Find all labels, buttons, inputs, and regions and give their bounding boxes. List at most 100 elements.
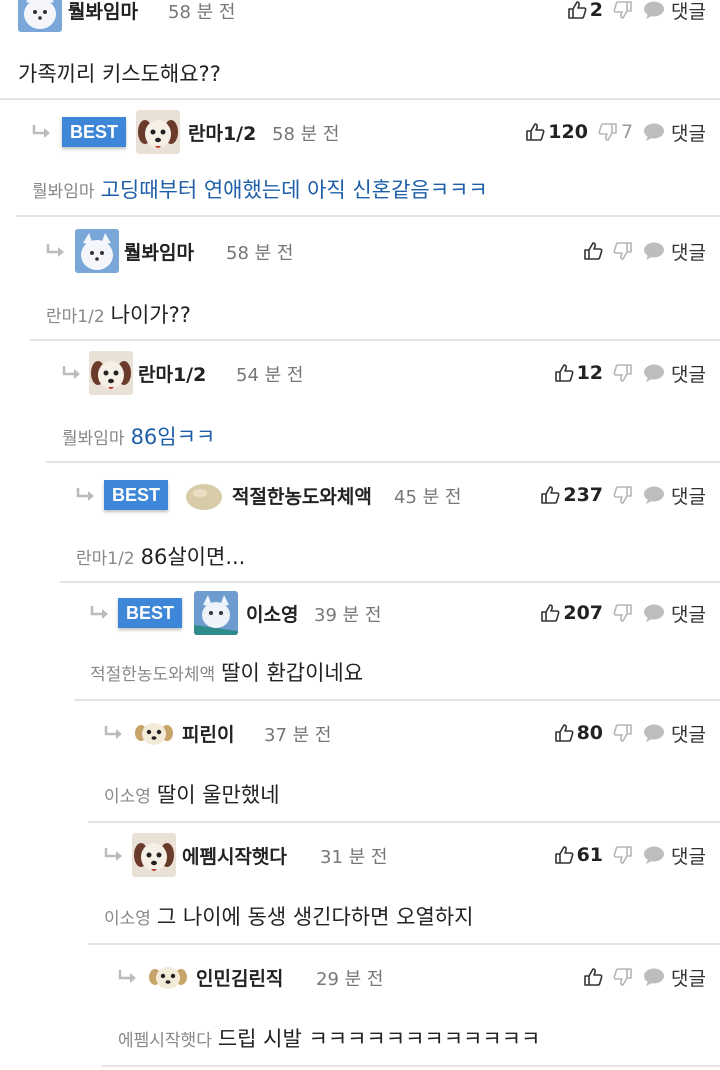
downvote-button[interactable]: 7: [598, 121, 633, 143]
puppy-small-avatar-icon[interactable]: [146, 955, 190, 999]
mention[interactable]: 이소영: [104, 787, 151, 807]
reply-label: 댓글: [671, 967, 706, 990]
downvote-button[interactable]: [613, 967, 633, 987]
comment-body: 뤌봐임마 고딩때부터 연애했는데 아직 신혼같음ㅋㅋㅋ: [32, 174, 488, 204]
upvote-button[interactable]: 237: [540, 484, 603, 506]
comment: 인민김린직 29 분 전 댓글 에펨시작햇다 드립 시발 ㅋㅋㅋㅋㅋㅋㅋㅋㅋㅋㅋㅋ: [102, 945, 720, 1067]
comment-text: 86임ㅋㅋ: [130, 425, 216, 449]
upvote-button[interactable]: 12: [554, 362, 603, 384]
upvote-button[interactable]: [583, 967, 603, 987]
puppy-brown-avatar-icon[interactable]: [132, 833, 176, 877]
comment: 뤌봐임마 58 분 전 댓글 란마1/2 나이가??: [30, 217, 720, 341]
downvote-button[interactable]: [613, 845, 633, 865]
reply-arrow-icon: [118, 970, 138, 984]
reply-button[interactable]: 댓글: [643, 842, 706, 869]
timestamp: 58 분 전: [272, 124, 340, 145]
downvote-button[interactable]: [613, 0, 633, 20]
reply-label: 댓글: [671, 723, 706, 746]
comment-body: 에펨시작햇다 드립 시발 ㅋㅋㅋㅋㅋㅋㅋㅋㅋㅋㅋㅋ: [118, 1023, 540, 1053]
downvote-button[interactable]: [613, 485, 633, 505]
reply-button[interactable]: 댓글: [643, 119, 706, 146]
username[interactable]: 란마1/2: [188, 119, 256, 146]
thumbs-down-icon: [613, 0, 633, 20]
reply-button[interactable]: 댓글: [643, 0, 706, 24]
thumbs-up-icon: [583, 967, 603, 987]
reply-label: 댓글: [671, 845, 706, 868]
mention[interactable]: 란마1/2: [46, 307, 105, 327]
comment-text: 딸이 환갑이네요: [221, 661, 364, 685]
reply-arrow-icon: [62, 366, 82, 380]
timestamp: 29 분 전: [316, 969, 384, 990]
comment-text: 그 나이에 동생 생긴다하면 오열하지: [156, 905, 474, 929]
puppy-small-avatar-icon[interactable]: [132, 711, 176, 755]
puppy-brown-avatar-icon[interactable]: [89, 351, 133, 395]
username[interactable]: 뤌봐임마: [124, 238, 194, 265]
reply-arrow-icon: [46, 244, 66, 258]
username[interactable]: 뤌봐임마: [68, 0, 138, 24]
fox-snow-avatar-icon[interactable]: [194, 591, 238, 635]
upvote-button[interactable]: 207: [540, 602, 603, 624]
username[interactable]: 인민김린직: [196, 964, 283, 991]
comment-text: 딸이 울만했네: [156, 783, 280, 807]
mention[interactable]: 적절한농도와체액: [90, 665, 215, 685]
mention[interactable]: 란마1/2: [76, 549, 135, 569]
upvote-count: 80: [576, 722, 604, 744]
comment-text: 고딩때부터 연애했는데 아직 신혼같음ㅋㅋㅋ: [100, 178, 488, 202]
reply-label: 댓글: [671, 122, 706, 145]
comment: 란마1/2 54 분 전 12 댓글 뤌봐임마 86임ㅋㅋ: [46, 341, 720, 463]
thumbs-down-icon: [613, 723, 633, 743]
thumbs-down-icon: [598, 122, 618, 142]
speech-bubble-icon: [643, 122, 665, 142]
thumbs-up-icon: [540, 485, 560, 505]
upvote-button[interactable]: 61: [554, 844, 603, 866]
reply-button[interactable]: 댓글: [643, 238, 706, 265]
timestamp: 31 분 전: [320, 847, 388, 868]
reply-label: 댓글: [671, 485, 706, 508]
thumbs-up-icon: [554, 723, 574, 743]
thumbs-up-icon: [554, 363, 574, 383]
thumbs-up-icon: [567, 0, 587, 20]
comment: 뤌봐임마 58 분 전 2 댓글 가족끼리 키스도해요??: [0, 0, 720, 100]
puppy-brown-avatar-icon[interactable]: [136, 110, 180, 154]
speech-bubble-icon: [643, 241, 665, 261]
downvote-button[interactable]: [613, 363, 633, 383]
comment-text: 가족끼리 키스도해요??: [18, 62, 221, 86]
timestamp: 54 분 전: [236, 365, 304, 386]
fox-avatar-icon[interactable]: [18, 0, 62, 32]
thumbs-down-icon: [613, 485, 633, 505]
username[interactable]: 에펨시작햇다: [182, 842, 287, 869]
upvote-button[interactable]: 2: [567, 0, 603, 21]
thumbs-down-icon: [613, 363, 633, 383]
upvote-count: 2: [589, 0, 604, 21]
reply-arrow-icon: [32, 125, 52, 139]
downvote-button[interactable]: [613, 241, 633, 261]
username[interactable]: 이소영: [246, 600, 298, 627]
reply-button[interactable]: 댓글: [643, 720, 706, 747]
reply-button[interactable]: 댓글: [643, 360, 706, 387]
reply-label: 댓글: [671, 241, 706, 264]
mention[interactable]: 뤌봐임마: [32, 182, 95, 202]
upvote-button[interactable]: 80: [554, 722, 603, 744]
username[interactable]: 피린이: [182, 720, 234, 747]
username[interactable]: 적절한농도와체액: [232, 482, 372, 509]
downvote-button[interactable]: [613, 723, 633, 743]
username[interactable]: 란마1/2: [138, 360, 206, 387]
upvote-button[interactable]: [583, 241, 603, 261]
mention[interactable]: 뤌봐임마: [62, 429, 125, 449]
mention[interactable]: 에펨시작햇다: [118, 1031, 212, 1051]
upvote-count: 61: [576, 844, 604, 866]
comment-body: 란마1/2 나이가??: [46, 299, 191, 329]
upvote-button[interactable]: 120: [525, 121, 588, 143]
fox-avatar-icon[interactable]: [75, 229, 119, 273]
reply-button[interactable]: 댓글: [643, 964, 706, 991]
rice-ball-avatar-icon[interactable]: [182, 473, 226, 517]
reply-button[interactable]: 댓글: [643, 600, 706, 627]
mention[interactable]: 이소영: [104, 909, 151, 929]
upvote-count: 237: [563, 484, 604, 506]
upvote-count: 207: [563, 602, 604, 624]
downvote-button[interactable]: [613, 603, 633, 623]
reply-button[interactable]: 댓글: [643, 482, 706, 509]
thumbs-down-icon: [613, 967, 633, 987]
reply-arrow-icon: [104, 726, 124, 740]
timestamp: 58 분 전: [168, 2, 236, 23]
